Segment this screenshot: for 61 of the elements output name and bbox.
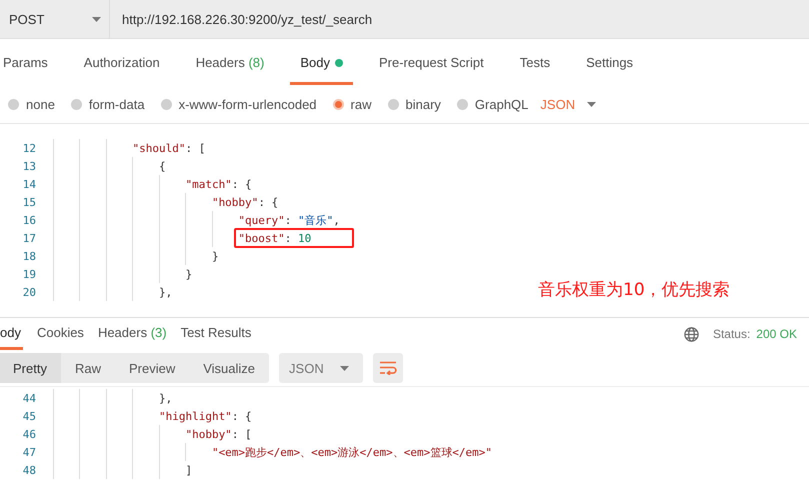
code-line: "hobby": { [210,196,278,208]
body-type-radio[interactable]: binary [388,96,441,112]
code-line: "boost": 10 [237,232,312,244]
view-mode-tab[interactable]: Visualize [189,353,270,383]
line-number: 19 [22,268,37,280]
request-tab[interactable]: Settings [576,43,644,85]
request-tab[interactable]: Params [3,43,58,85]
request-tab[interactable]: Authorization [74,43,170,85]
caret-icon [587,102,596,106]
caret-icon [92,16,101,22]
method-dropdown[interactable]: POST [0,0,110,38]
body-type-radio[interactable]: form-data [70,96,145,112]
request-tab[interactable]: Headers (8) [186,43,274,85]
request-tab[interactable]: Body [290,43,353,85]
view-mode-tab[interactable]: Pretty [0,353,61,383]
line-number: 46 [22,428,37,440]
response-tab[interactable]: Headers (3) [98,318,167,350]
line-number: 44 [22,392,37,404]
line-number: 20 [22,286,37,298]
line-number: 17 [22,232,37,244]
status-value: 200 OK [756,327,797,341]
view-mode-tab[interactable]: Raw [60,353,115,383]
body-type-radio[interactable]: x-www-form-urlencoded [160,96,317,112]
caret-icon [340,366,349,370]
code-line: "highlight": { [158,410,252,422]
line-number: 47 [22,446,37,458]
request-tab[interactable]: Pre-request Script [368,43,494,85]
annotation-text: 音乐权重为10，优先搜索 [538,279,730,301]
view-mode-tab[interactable]: Preview [114,353,190,383]
request-tab[interactable]: Tests [510,43,560,85]
code-line: { [158,160,166,172]
line-number: 48 [22,464,37,476]
body-type-radio[interactable]: raw [332,96,372,112]
body-type-radio[interactable]: none [8,96,55,112]
line-number: 12 [22,142,37,154]
globe-icon[interactable] [684,326,699,342]
line-number: 13 [22,160,37,172]
code-line: "query": "音乐", [237,212,340,228]
code-line: }, [158,392,172,404]
code-line: "<em>跑步</em>、<em>游泳</em>、<em>篮球</em>" [210,444,492,460]
line-number: 16 [22,214,37,226]
code-line: } [210,250,219,262]
format-dropdown[interactable]: JSON [279,353,363,383]
code-line: "match": { [184,178,252,190]
line-number: 15 [22,196,37,208]
code-line: }, [158,286,172,298]
wrap-lines-icon [378,361,397,375]
response-tab[interactable]: Cookies [36,318,84,350]
line-number: 18 [22,250,37,262]
line-number: 14 [22,178,37,190]
response-tab[interactable]: Test Results [180,318,252,350]
line-number: 45 [22,410,37,422]
code-line: "hobby": [ [184,428,252,440]
code-line: } [184,268,192,280]
code-line: "should": [ [131,142,206,154]
url-field[interactable]: http://192.168.226.30:9200/yz_test/_search [110,0,372,38]
status-label: Status: [712,327,750,341]
body-type-radio[interactable]: GraphQL [456,96,528,112]
code-line: ] [184,464,192,476]
wrap-lines-button[interactable] [372,353,403,383]
response-tab[interactable]: ody [0,318,23,350]
